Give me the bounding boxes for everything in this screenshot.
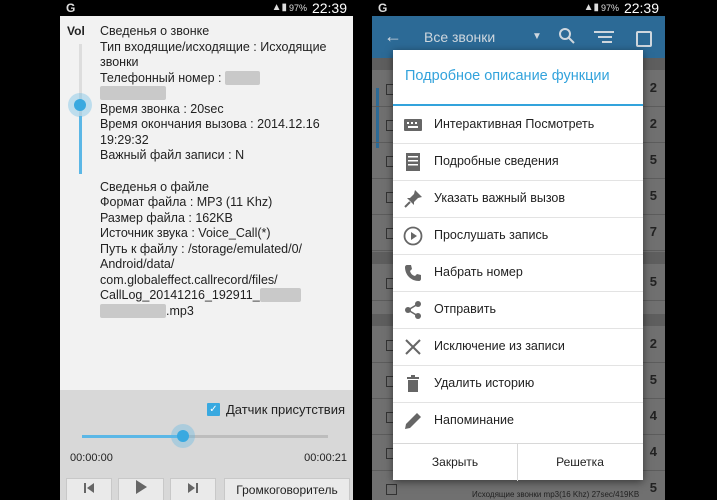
menu-item-reminder[interactable]: Напоминание (393, 402, 643, 439)
file-path: Путь к файлу : /storage/emulated/0/ Andr… (100, 242, 346, 320)
trash-icon (407, 375, 419, 392)
play-icon (136, 480, 147, 494)
total-time: 00:00:21 (304, 452, 347, 464)
arrow-left-icon[interactable]: ← (384, 26, 402, 47)
menu-item-label: Исключение из записи (434, 339, 565, 353)
battery-percent: 97% (600, 3, 619, 13)
call-duration: Время звонка : 20sec (100, 101, 224, 116)
phone-number-redacted-2 (100, 86, 166, 100)
app-notification-icon: G (66, 1, 76, 15)
phone-number-label: Телефонный номер : (100, 70, 222, 85)
menu-item-label: Прослушать запись (434, 228, 549, 242)
function-dialog: Подробное описание функции Интерактивная… (393, 50, 643, 481)
menu-item-mark-important[interactable]: Указать важный вызов (393, 180, 643, 218)
menu-item-dial[interactable]: Набрать номер (393, 254, 643, 292)
call-details-screen: G ▲▮ 97% 22:39 Vol Сведенья о звонке Тип… (60, 0, 353, 500)
share-icon (405, 301, 421, 319)
signal-icons: ▲▮ (271, 2, 287, 13)
pencil-icon (405, 413, 421, 429)
menu-item-label: Напоминание (434, 413, 514, 427)
status-bar: G ▲▮ 97% 22:39 (60, 0, 353, 16)
signal-icons: ▲▮ (583, 2, 599, 13)
dialog-title: Подробное описание функции (405, 68, 610, 84)
path-redacted (259, 288, 302, 302)
next-button[interactable] (170, 478, 216, 500)
menu-item-interactive-view[interactable]: Интерактивная Посмотреть (393, 106, 643, 144)
select-all-checkbox[interactable] (636, 31, 652, 47)
call-end-time: Время окончания вызова : 2014.12.16 19:2… (100, 117, 320, 147)
battery-percent: 97% (288, 3, 307, 13)
menu-item-exclude[interactable]: Исключение из записи (393, 328, 643, 366)
call-filter-dropdown[interactable]: Все звонки (424, 29, 495, 45)
seek-fill (82, 435, 183, 438)
menu-item-label: Подробные сведения (434, 154, 559, 168)
play-button[interactable] (118, 478, 164, 500)
pin-icon (404, 190, 422, 208)
call-type: Тип входящие/исходящие : Исходящие звонк… (100, 39, 327, 70)
menu-item-label: Отправить (434, 302, 496, 316)
previous-button[interactable] (66, 478, 112, 500)
status-time: 22:39 (311, 0, 347, 16)
phone-icon (405, 265, 421, 281)
call-info-header: Сведенья о звонке (100, 24, 210, 38)
menu-item-listen[interactable]: Прослушать запись (393, 217, 643, 255)
file-path-ext: .mp3 (166, 303, 194, 318)
menu-item-details[interactable]: Подробные сведения (393, 143, 643, 181)
seek-thumb[interactable] (170, 424, 195, 448)
elapsed-time: 00:00:00 (70, 452, 113, 464)
skip-next-icon (188, 483, 198, 493)
keyboard-icon (404, 119, 422, 131)
proximity-sensor-label: Датчик присутствия (225, 402, 345, 417)
important-flag: Важный файл записи : N (100, 148, 245, 162)
solution-button[interactable]: Решетка (518, 444, 642, 481)
file-info-header: Сведенья о файле (100, 179, 209, 194)
phone-number-row: Телефонный номер : (100, 70, 346, 102)
play-icon (403, 226, 423, 246)
chevron-down-icon[interactable]: ▼ (532, 31, 542, 42)
details-icon (406, 153, 420, 171)
menu-item-send[interactable]: Отправить (393, 291, 643, 329)
search-icon[interactable] (558, 27, 576, 45)
audio-source: Источник звука : Voice_Call(*) (100, 226, 271, 240)
proximity-sensor-toggle[interactable]: ✓ Датчик присутствия (206, 402, 345, 417)
bottom-call-info: Исходящие звонки mp3(16 Khz) 27sec/419KB (472, 490, 640, 499)
speaker-button[interactable]: Громкоговоритель (224, 478, 350, 500)
volume-thumb[interactable] (68, 93, 92, 117)
menu-item-label: Удалить историю (434, 376, 535, 390)
call-list-screen: G ▲▮ 97% 22:39 ← Все звонки ▼ 2 2 5 5 7 … (372, 0, 665, 500)
status-bar: G ▲▮ 97% 22:39 (372, 0, 665, 16)
volume-label: Vol (67, 24, 85, 38)
menu-item-label: Указать важный вызов (434, 191, 566, 205)
skip-previous-icon (84, 483, 94, 493)
menu-item-label: Интерактивная Посмотреть (434, 117, 595, 131)
dialog-buttons: Закрыть Решетка (393, 443, 643, 481)
volume-fill (79, 115, 82, 174)
close-icon (405, 339, 421, 355)
file-format: Формат файла : MP3 (11 Khz) (100, 195, 273, 209)
path-redacted-2 (100, 303, 166, 318)
menu-item-label: Набрать номер (434, 265, 523, 279)
status-time: 22:39 (623, 0, 659, 16)
checkbox-checked-icon[interactable]: ✓ (206, 403, 220, 416)
audio-player: ✓ Датчик присутствия 00:00:00 00:00:21 Г… (60, 390, 353, 500)
app-notification-icon: G (378, 1, 388, 15)
file-size: Размер файла : 162KB (100, 210, 233, 225)
menu-item-delete-history[interactable]: Удалить историю (393, 365, 643, 403)
call-info: Сведенья о звонке Тип входящие/исходящие… (100, 24, 346, 319)
seek-bar[interactable] (82, 424, 328, 448)
close-button[interactable]: Закрыть (393, 444, 518, 481)
phone-number-redacted (224, 70, 260, 85)
sort-icon[interactable] (594, 29, 614, 45)
